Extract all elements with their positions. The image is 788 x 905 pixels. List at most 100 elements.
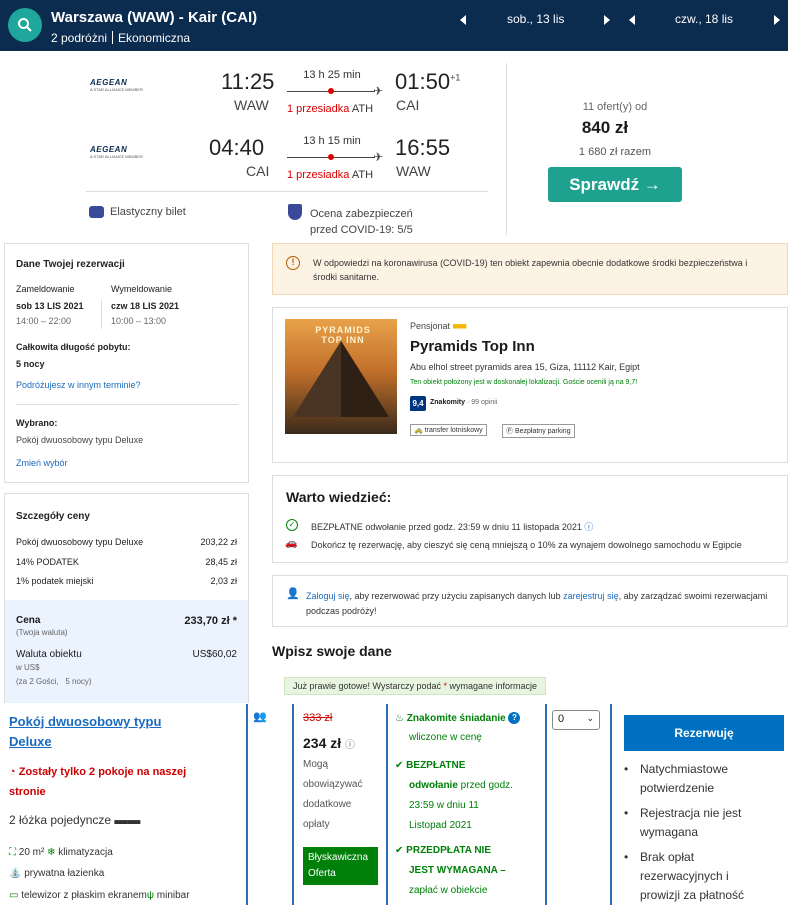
stop-dot [328,88,334,94]
column-divider [386,704,388,905]
inbound-duration: 13 h 15 min [303,135,361,147]
airline-logo: AEGEAN A STAR ALLIANCE MEMBER [90,145,143,159]
price-row-value: 203,22 zł [200,537,237,547]
tv-icon: ▭ [9,890,19,901]
next-depart-date-arrow-icon[interactable] [604,15,610,25]
checkout-label: Wymeldowanie [111,284,172,294]
price-row-label: 14% PODATEK [16,557,79,567]
hotel-photo[interactable]: PYRAMIDS TOP INN [285,319,397,434]
amenity-airport-transfer: 🚕 transfer lotniskowy [410,424,487,436]
divider [86,191,488,192]
covid-notice-text: W odpowiedzi na koronawirusa (COVID-19) … [313,258,748,282]
flexible-ticket-label: Elastyczny bilet [110,206,186,218]
return-date[interactable]: czw., 18 lis [675,12,733,26]
price-row-value: 28,45 zł [205,557,237,567]
hotel-address: Abu elhol street pyramids area 15, Giza,… [410,362,640,372]
car-icon: 🚕 [414,427,423,434]
depart-date[interactable]: sob., 13 lis [507,12,564,26]
offers-count: 11 ofert(y) od [582,101,648,113]
other-dates-link[interactable]: Podróżujesz w innym terminie? [16,380,141,390]
cabin-label: Ekonomiczna [118,31,191,45]
review-score: 9,4 [410,396,426,411]
inbound-arr-code: WAW [396,163,431,179]
check-icon: ✔ [395,845,404,856]
plane-icon: ✈ [373,84,384,98]
scarcity-notice: ◔ Zostały tylko 2 pokoje na naszej stron… [9,766,187,798]
beds-info: 2 łóżka pojedyncze ▬▬ [9,812,141,827]
route-title[interactable]: Warszawa (WAW) - Kair (CAI) [51,9,257,26]
trip-info[interactable]: 2 podróżni Ekonomiczna [51,31,190,45]
good-to-know-panel: Warto wiedzieć: ✓ BEZPŁATNE odwołanie pr… [272,475,788,563]
flight-total: 1 680 zł razem [578,146,652,158]
checkout-date: czw 18 LIS 2021 [111,301,180,311]
divider [506,63,507,235]
currency-value: US$60,02 [192,649,237,660]
list-item: • Natychmiastowe potwierdzenie [624,762,729,795]
airline-logo: AEGEAN A STAR ALLIANCE MEMBER [90,78,143,92]
search-icon[interactable] [8,8,42,42]
login-link[interactable]: Zaloguj się [306,591,350,601]
good-to-know-title: Warto wiedzieć: [286,489,392,505]
reserve-button[interactable]: Rezerwuję [624,715,784,751]
column-divider [292,704,294,905]
flight-card: AEGEAN A STAR ALLIANCE MEMBER 11:25 WAW … [0,51,788,241]
room-facilities-2: ⛲ prywatna łazienka [9,868,105,879]
room-name-link[interactable]: Pokój dwuosobowy typu Deluxe [9,712,161,752]
room-quantity-select[interactable]: 0 ⌄ [552,710,600,730]
list-item: • Brak opłat rezerwacyjnych i prowizji za p… [624,850,745,902]
column-divider [545,704,547,905]
outbound-dep-time: 11:25 [221,69,275,94]
check-circle-icon: ✓ [286,519,298,531]
plane-icon: ✈ [373,150,384,164]
almost-ready-note: Już prawie gotowe! Wystarczy podać * wym… [284,677,547,695]
flight-price: 840 zł [581,118,629,137]
user-icon: 👤 [286,588,300,600]
shower-icon: ⛲ [9,868,22,879]
booking-details-panel: Dane Twojej rezerwacji Zameldowanie sob … [4,243,249,483]
next-return-date-arrow-icon[interactable] [774,15,780,25]
covid-notice: ! W odpowiedzi na koronawirusa (COVID-19… [272,243,788,295]
price-total-box: Cena (Twoja waluta) 233,70 zł * Waluta o… [5,600,248,703]
outbound-arr-time: 01:50+1 [395,69,461,94]
change-selection-link[interactable]: Zmień wybór [16,458,68,468]
minibar-icon: ψ [146,890,154,901]
price-row-label: 1% podatek miejski [16,576,94,586]
price-details-title: Szczegóły ceny [16,511,90,522]
prev-return-date-arrow-icon[interactable] [629,15,635,25]
old-price: 333 zł [303,712,333,724]
inbound-arr-time: 16:55 [395,135,451,160]
check-button[interactable]: Sprawdź → [548,167,682,202]
hotel-photo-text: PYRAMIDS TOP INN [315,325,371,345]
prev-depart-date-arrow-icon[interactable] [460,15,466,25]
price-row-value: 2,03 zł [210,576,237,586]
inbound-stops: 1 przesiadka ATH [287,169,374,181]
guests-icon: 👥 [253,711,267,723]
checkout-time: 10:00 – 13:00 [111,316,167,326]
divider [16,404,238,405]
selected-room: Pokój dwuosobowy typu Deluxe [16,435,144,445]
hotel-type: Pensjonat ■■■ [410,321,467,331]
hotel-name[interactable]: Pyramids Top Inn [410,338,535,355]
login-prompt-text: Zaloguj się, aby rezerwować przy użyciu … [306,591,768,616]
flexible-ticket-icon [89,206,104,218]
room-facilities-1: ⛶ 20 m² ❄ klimatyzacja [9,847,113,858]
prepayment-policy: ✔ PRZEDPŁATA NIE JEST WYMAGANA – zapłać … [395,845,506,896]
search-summary-bar[interactable]: Warszawa (WAW) - Kair (CAI) 2 podróżni Ek… [0,0,788,51]
divider [101,299,102,329]
outbound-duration: 13 h 25 min [303,69,361,81]
booking-title: Dane Twojej rezerwacji [16,259,125,270]
selected-label: Wybrano: [16,418,58,428]
checkin-time: 14:00 – 22:00 [16,316,72,326]
column-divider [246,704,248,905]
coffee-icon: ♨ [395,713,404,724]
info-icon: ⓘ [584,522,594,532]
total-value: 233,70 zł * [184,615,237,627]
currency-label: Waluta obiektu [16,649,82,660]
register-link[interactable]: zarejestruj się [563,591,619,601]
stop-dot [328,154,334,160]
passengers-label: 2 podróżni [51,31,108,45]
room-facilities-3: ▭ telewizor z płaskim ekranemψ minibar [9,890,190,901]
snowflake-icon: ❄ [47,847,56,858]
tax-note: Mogą obowiązywać dodatkowe opłaty [303,759,363,830]
breakfast-title: ♨ Znakomite śniadanie ? [395,712,521,724]
